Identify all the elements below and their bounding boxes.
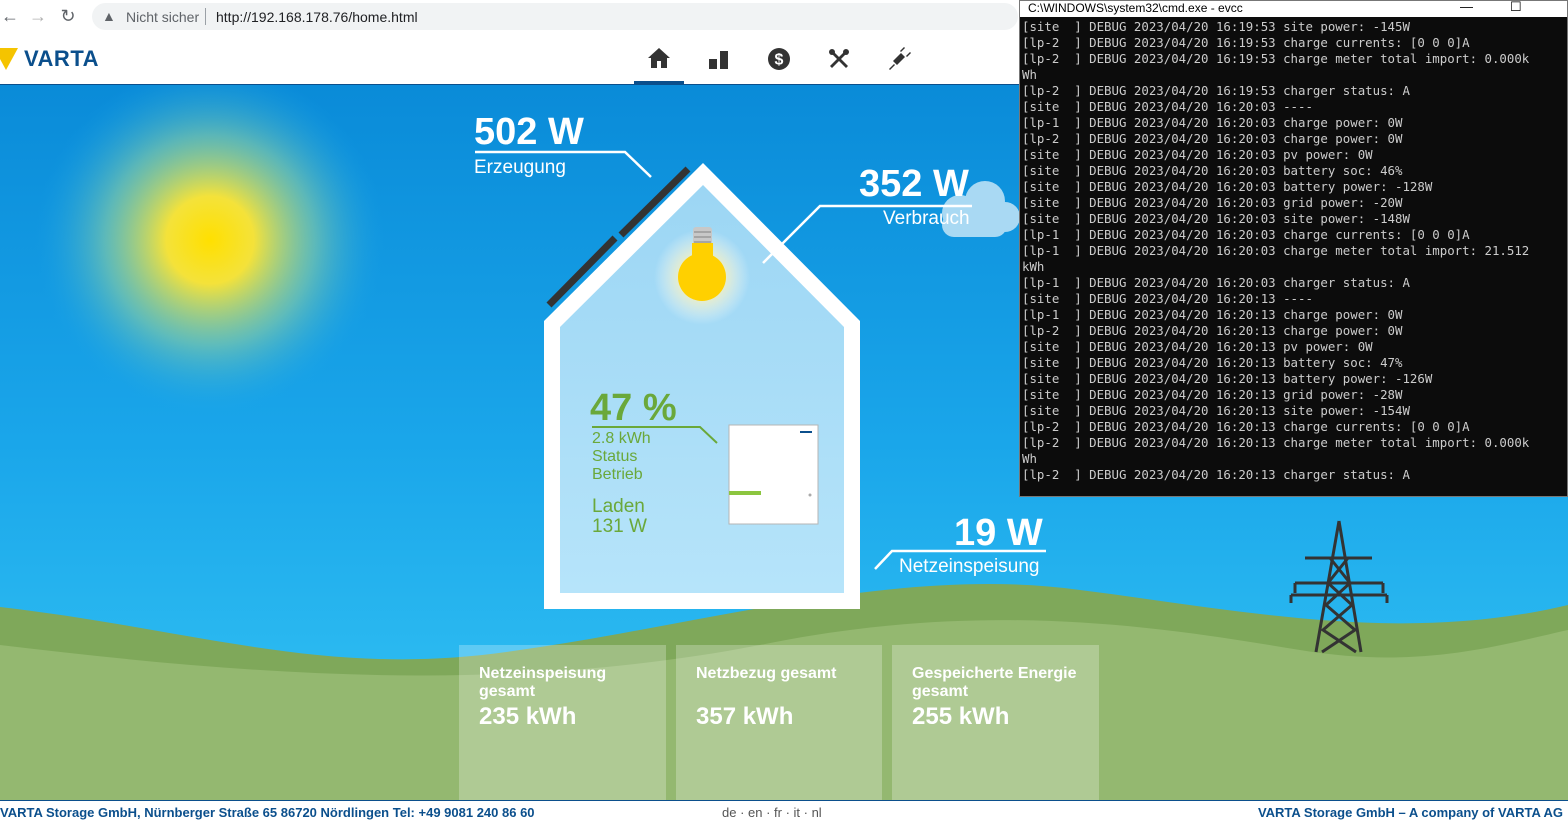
back-icon[interactable]: ← xyxy=(0,6,20,26)
nav-tariff[interactable]: $ xyxy=(754,34,804,84)
varta-logo-mark xyxy=(0,48,18,70)
forward-icon[interactable]: → xyxy=(28,6,48,26)
footer-address: VARTA Storage GmbH, Nürnberger Straße 65… xyxy=(0,805,535,820)
tile-value: 255 kWh xyxy=(912,703,1010,730)
dollar-icon: $ xyxy=(768,48,790,70)
battery-power: 131 W xyxy=(592,516,647,537)
tools-icon xyxy=(829,49,849,68)
tile-grid-feed-in-total: Netzeinspeisung gesamt 235 kWh xyxy=(459,645,666,800)
address-bar[interactable]: ▲ Nicht sicher http://192.168.178.76/hom… xyxy=(92,3,1018,30)
svg-text:$: $ xyxy=(775,52,784,69)
console-output[interactable]: [site ] DEBUG 2023/04/20 16:19:53 site p… xyxy=(1022,19,1565,495)
battery-status-label: Status xyxy=(592,448,638,465)
battery-energy: 2.8 kWh xyxy=(592,430,651,447)
console-window[interactable]: C:\WINDOWS\system32\cmd.exe - evcc — ☐ [… xyxy=(1019,0,1568,497)
chart-icon xyxy=(709,51,728,69)
plug-icon xyxy=(889,47,911,70)
nav-settings[interactable] xyxy=(814,34,864,84)
sun xyxy=(35,85,385,415)
nav-statistics[interactable] xyxy=(694,34,744,84)
tile-value: 235 kWh xyxy=(479,703,577,730)
app-header: VARTA $ xyxy=(0,34,1020,86)
console-titlebar[interactable]: C:\WINDOWS\system32\cmd.exe - evcc — ☐ xyxy=(1020,0,1567,17)
consumption-label: Verbrauch xyxy=(883,208,970,229)
tile-stored-energy-total: Gespeicherte Energie gesamt 255 kWh xyxy=(892,645,1099,800)
tile-title: Gespeicherte Energie gesamt xyxy=(912,665,1077,700)
security-warning[interactable]: Nicht sicher xyxy=(126,9,199,25)
nav-home[interactable] xyxy=(634,34,684,84)
tile-title: Netzbezug gesamt xyxy=(696,665,837,682)
console-title: C:\WINDOWS\system32\cmd.exe - evcc xyxy=(1028,1,1243,15)
brand-name: VARTA xyxy=(24,46,100,71)
battery-mode: Laden xyxy=(592,496,645,517)
tile-value: 357 kWh xyxy=(696,703,794,730)
language-switcher[interactable]: de · en · fr · it · nl xyxy=(722,805,822,820)
grid-value: 19 W xyxy=(954,512,1043,554)
battery-device-icon xyxy=(728,424,819,525)
generation-label: Erzeugung xyxy=(474,157,566,178)
address-separator xyxy=(205,8,206,25)
tile-grid-consumption-total: Netzbezug gesamt 357 kWh xyxy=(676,645,882,800)
maximize-icon[interactable]: ☐ xyxy=(1510,0,1522,15)
page-footer: VARTA Storage GmbH, Nürnberger Straße 65… xyxy=(0,800,1568,821)
grid-label: Netzeinspeisung xyxy=(899,556,1040,577)
reload-icon[interactable]: ↻ xyxy=(58,6,78,26)
battery-status-value: Betrieb xyxy=(592,466,643,483)
consumption-value: 352 W xyxy=(859,163,969,205)
battery-soc: 47 % xyxy=(590,387,677,429)
url-text[interactable]: http://192.168.178.76/home.html xyxy=(216,9,418,25)
home-icon xyxy=(648,47,670,68)
nav-connection[interactable] xyxy=(874,34,924,84)
generation-value: 502 W xyxy=(474,111,584,153)
warning-icon: ▲ xyxy=(102,8,116,24)
tile-title: Netzeinspeisung gesamt xyxy=(479,665,607,700)
footer-company: VARTA Storage GmbH – A company of VARTA … xyxy=(1257,805,1563,820)
minimize-icon[interactable]: — xyxy=(1460,0,1473,14)
